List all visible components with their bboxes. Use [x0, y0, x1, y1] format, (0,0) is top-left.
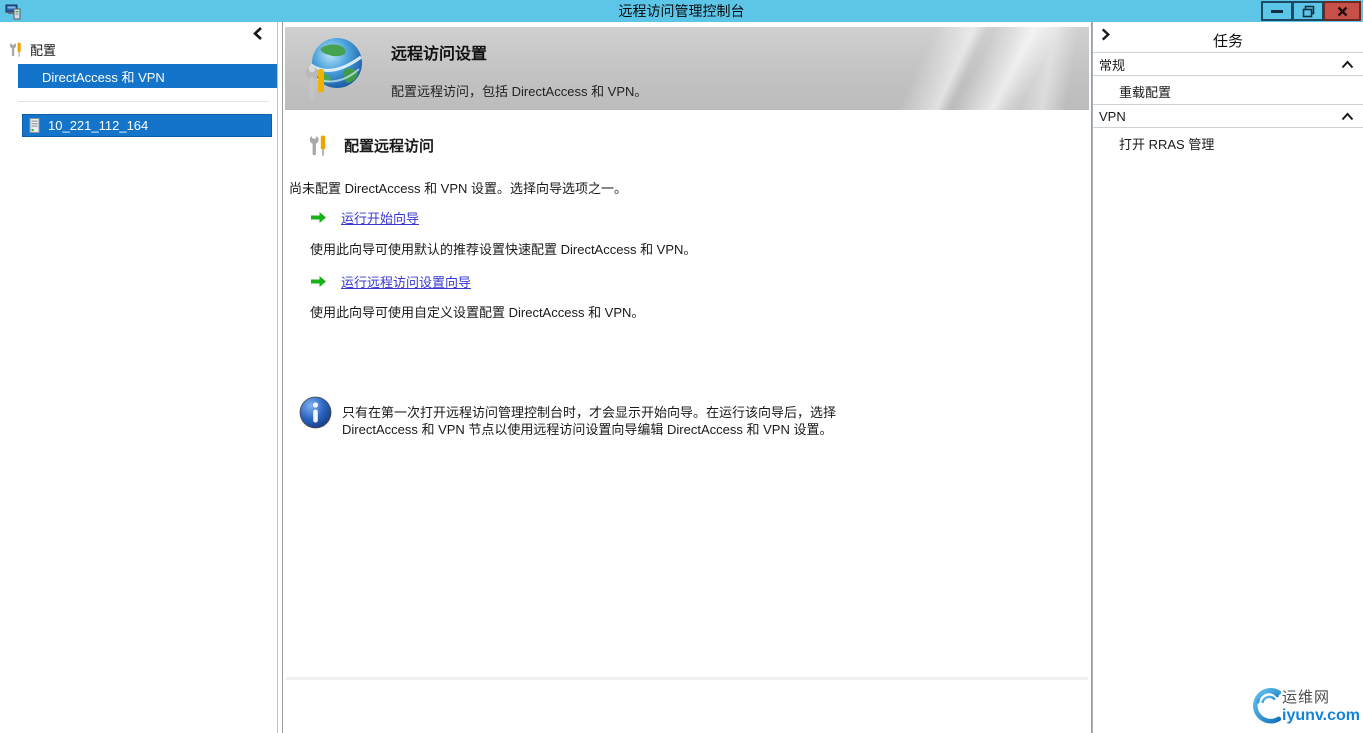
title-bar: 远程访问管理控制台 — [0, 0, 1363, 22]
configure-remote-access-heading: 配置远程访问 — [307, 130, 434, 161]
task-section-general[interactable]: 常规 — [1093, 52, 1363, 76]
tools-icon — [9, 41, 21, 57]
remote-access-console-window: 远程访问管理控制台 配置 DirectAccess 和 VPN 10_221_1… — [0, 0, 1363, 733]
info-note-line2: DirectAccess 和 VPN 节点以使用远程访问设置向导编辑 Direc… — [342, 422, 833, 437]
close-button[interactable] — [1323, 1, 1361, 21]
remote-access-globe-icon — [301, 35, 367, 108]
collapse-pane-chevron-icon[interactable] — [251, 26, 267, 42]
chevron-up-icon — [1341, 112, 1354, 120]
watermark-domain: iyunv.com — [1282, 706, 1360, 724]
info-note-line1: 只有在第一次打开远程访问管理控制台时，才会显示开始向导。在运行该向导后，选择 — [342, 405, 837, 420]
restore-button[interactable] — [1292, 1, 1323, 21]
tree-separator — [18, 101, 269, 102]
tasks-pane-title: 任务 — [1212, 33, 1243, 50]
task-section-vpn[interactable]: VPN — [1093, 104, 1363, 128]
iyunv-watermark: 运维网 iyunv.com — [1248, 677, 1360, 733]
watermark-texts: 运维网 iyunv.com — [1282, 686, 1360, 725]
restore-icon — [1302, 5, 1314, 17]
banner-title: 远程访问设置 — [391, 46, 488, 63]
navigation-pane: 配置 DirectAccess 和 VPN 10_221_112_164 — [0, 22, 278, 733]
run-getting-started-wizard-link[interactable]: 运行开始向导 — [341, 208, 419, 227]
run-getting-started-wizard-row: 运行开始向导 — [310, 208, 419, 227]
info-note: 只有在第一次打开远程访问管理控制台时，才会显示开始向导。在运行该向导后，选择 D… — [299, 396, 836, 438]
server-icon — [29, 118, 40, 133]
wizard-description: 使用此向导可使用默认的推荐设置快速配置 DirectAccess 和 VPN。 — [310, 242, 697, 257]
banner-subtitle: 配置远程访问，包括 DirectAccess 和 VPN。 — [391, 84, 648, 99]
run-remote-access-setup-wizard-link[interactable]: 运行远程访问设置向导 — [341, 272, 471, 291]
section-title: 配置远程访问 — [344, 138, 435, 155]
bottom-separator — [286, 677, 1088, 680]
window-title: 远程访问管理控制台 — [618, 3, 745, 19]
banner-decoration — [809, 27, 1089, 110]
tasks-pane: 任务 常规 重载配置 VPN 打开 RRAS 管理 — [1092, 22, 1363, 733]
intro-text: 尚未配置 DirectAccess 和 VPN 设置。选择向导选项之一。 — [289, 181, 628, 196]
close-icon — [1337, 6, 1347, 16]
run-remote-access-setup-wizard-row: 运行远程访问设置向导 — [310, 272, 471, 291]
green-arrow-icon — [311, 212, 326, 223]
chevron-up-icon — [1341, 60, 1354, 68]
server-item-label: 10_221_112_164 — [48, 118, 149, 133]
minimize-icon — [1271, 9, 1283, 13]
task-reload-configuration[interactable]: 重载配置 — [1119, 82, 1171, 101]
info-icon — [299, 396, 332, 429]
main-content-pane: 远程访问设置 配置远程访问，包括 DirectAccess 和 VPN。 配置远… — [282, 22, 1092, 733]
task-open-rras-management[interactable]: 打开 RRAS 管理 — [1119, 134, 1214, 153]
watermark-name: 运维网 — [1282, 688, 1331, 706]
page-banner: 远程访问设置 配置远程访问，包括 DirectAccess 和 VPN。 — [285, 27, 1089, 110]
task-section-label: VPN — [1099, 108, 1126, 124]
window-controls — [1261, 1, 1361, 21]
task-section-label: 常规 — [1099, 57, 1126, 73]
tools-icon — [309, 134, 326, 156]
wizard-description: 使用此向导可使用自定义设置配置 DirectAccess 和 VPN。 — [310, 305, 645, 320]
info-note-text: 只有在第一次打开远程访问管理控制台时，才会显示开始向导。在运行该向导后，选择 D… — [342, 396, 836, 438]
tree-item-directaccess-vpn[interactable]: DirectAccess 和 VPN — [18, 64, 277, 88]
tree-item-label: DirectAccess 和 VPN — [42, 69, 165, 85]
tree-item-server[interactable]: 10_221_112_164 — [22, 114, 272, 137]
tree-node-label: 配置 — [30, 43, 57, 58]
minimize-button[interactable] — [1261, 1, 1292, 21]
green-arrow-icon — [311, 276, 326, 287]
tree-node-configuration[interactable]: 配置 — [8, 40, 56, 59]
